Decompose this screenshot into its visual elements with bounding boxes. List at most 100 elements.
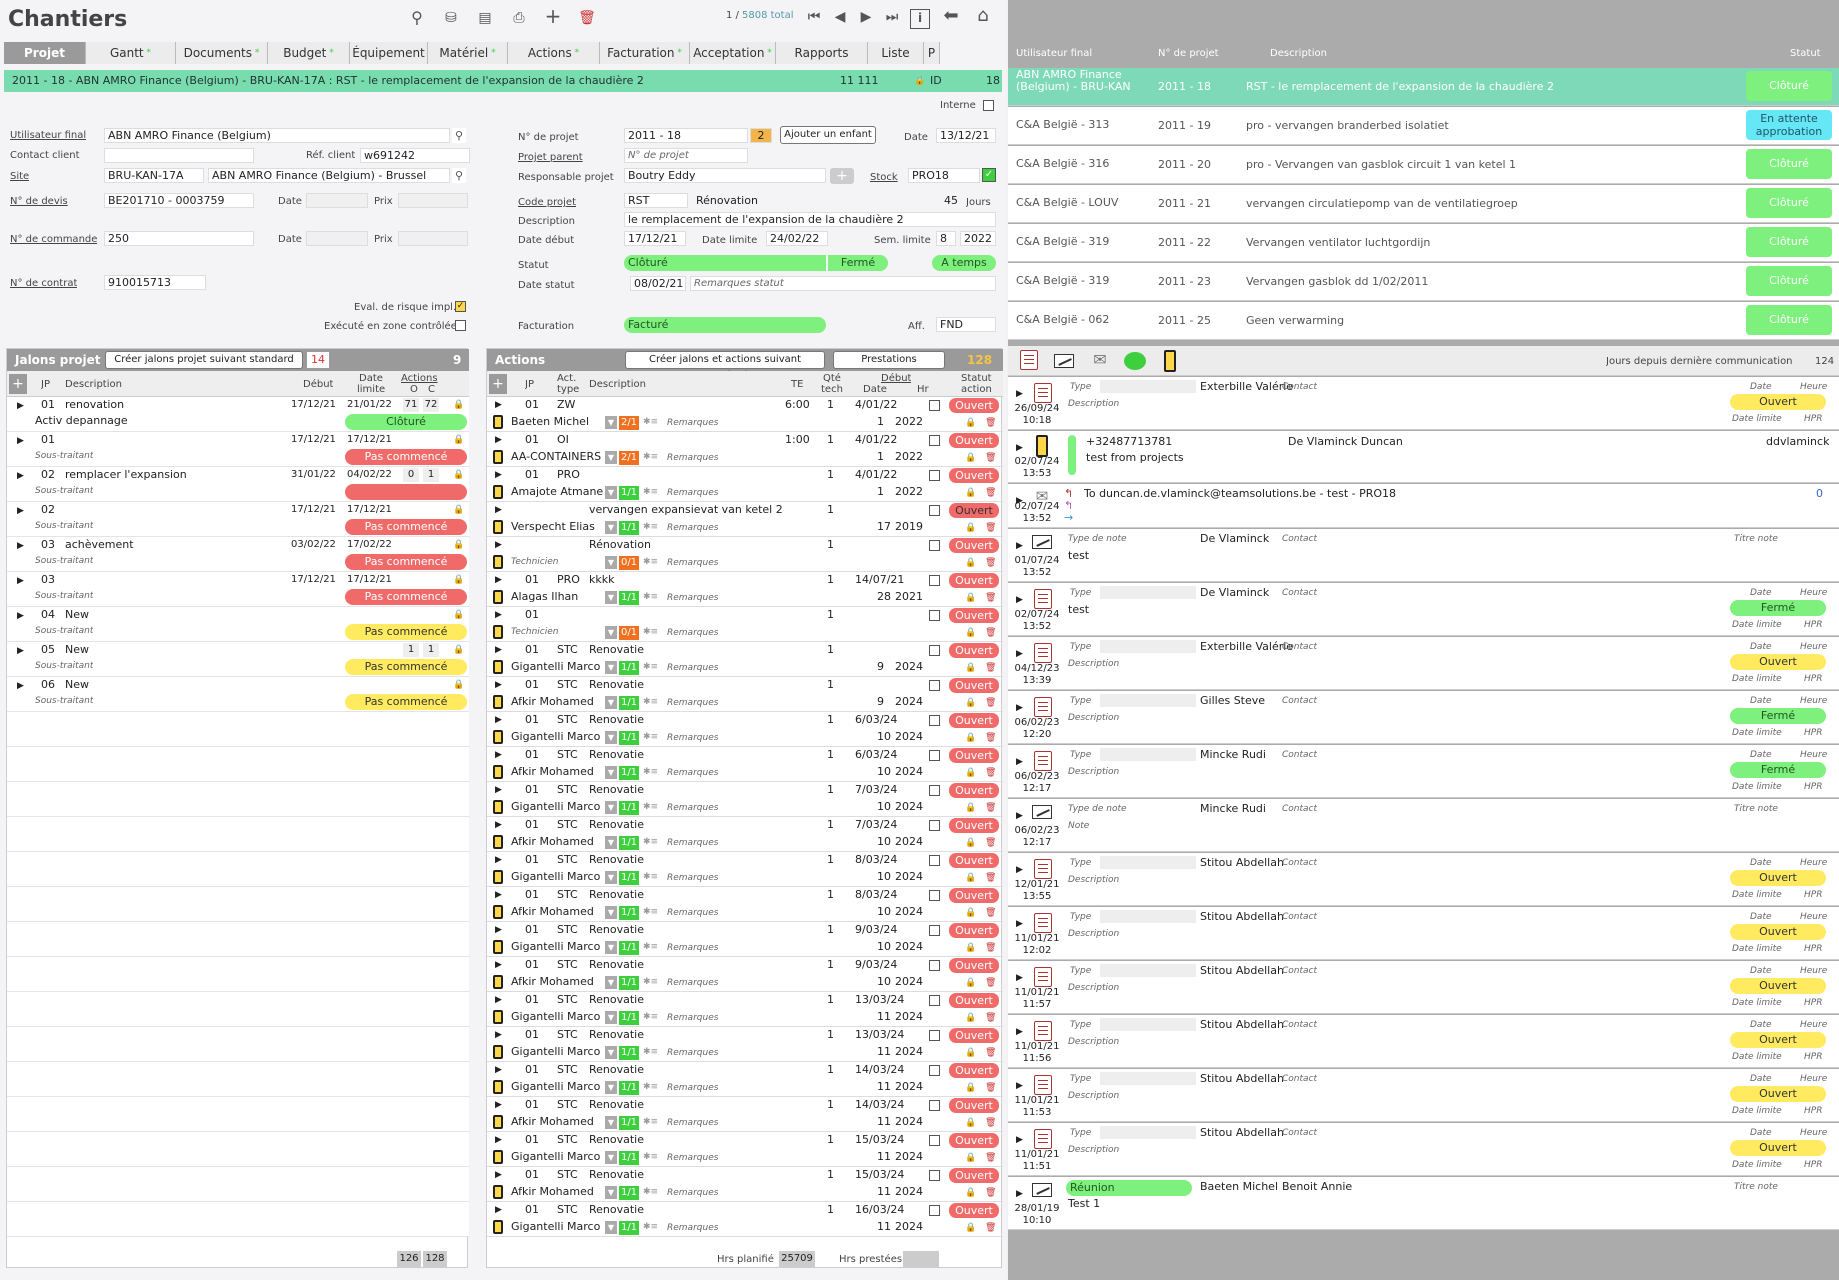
action-hr-checkbox[interactable] — [929, 645, 940, 656]
expand-arrow-icon[interactable]: ▶ — [1016, 971, 1023, 985]
action-hr-checkbox[interactable] — [929, 470, 940, 481]
tab-5[interactable]: Matériel * — [428, 42, 508, 64]
action-hr-checkbox[interactable] — [929, 610, 940, 621]
action-status[interactable]: Ouvert — [949, 1168, 999, 1183]
code-projet-field[interactable]: RST — [624, 193, 688, 208]
action-row[interactable]: ▶ 01 STC Renovatie 1 6/03/24 Ouvert Gigantelli … — [487, 712, 1003, 747]
prev-record-icon[interactable]: ◀ — [830, 9, 850, 25]
action-hr-checkbox[interactable] — [929, 575, 940, 586]
task-icon[interactable] — [1020, 350, 1038, 370]
eval-risque-checkbox[interactable]: ✓ — [455, 301, 466, 312]
jalon-status[interactable]: Clôturé — [345, 414, 467, 430]
action-row[interactable]: ▶ 01 STC Renovatie 1 15/03/24 Ouvert Afkir Moha… — [487, 1167, 1003, 1202]
expand-arrow-icon[interactable]: ▶ — [1016, 1187, 1023, 1201]
stock-field[interactable]: PRO18 — [908, 168, 980, 183]
expand-arrow-icon[interactable]: ▶ — [17, 469, 24, 483]
stock-label[interactable]: Stock — [870, 171, 898, 185]
expand-arrow-icon[interactable]: ▶ — [1016, 1133, 1023, 1147]
delete-icon[interactable]: 🗑 — [985, 523, 996, 533]
expand-arrow-icon[interactable]: ▶ — [495, 1028, 502, 1042]
expand-arrow-icon[interactable]: ▶ — [1016, 647, 1023, 661]
jalon-row[interactable]: ▶ 03 achèvement Sous-traitant 03/02/22 17/02/… — [7, 537, 469, 572]
comm-row[interactable]: ▶ 11/01/21 11:53 Type Stitou Abdellah Contact… — [1008, 1069, 1839, 1122]
action-hr-checkbox[interactable] — [929, 820, 940, 831]
dropdown-icon[interactable]: ▼ — [605, 696, 617, 709]
type-field[interactable] — [1100, 748, 1196, 761]
dropdown-icon[interactable]: ▼ — [605, 1011, 617, 1024]
comm-row[interactable]: ▶ 06/02/23 12:17 Type de note Mincke Rudi Con… — [1008, 799, 1839, 852]
jalon-row[interactable]: ▶ 04 New Sous-traitant 🔒 Pas commencé — [7, 607, 469, 642]
add-responsable-button[interactable]: + — [830, 168, 854, 184]
prestations-button[interactable]: Prestations — [833, 351, 945, 369]
dropdown-icon[interactable]: ▼ — [605, 556, 617, 569]
date-field[interactable]: 13/12/21 — [936, 128, 996, 143]
tab-11[interactable]: P — [924, 42, 940, 64]
comm-row[interactable]: ▶ 04/12/23 13:39 Type Exterbille Valérie Cont… — [1008, 637, 1839, 690]
delete-icon[interactable]: 🗑 — [985, 873, 996, 883]
tab-1[interactable]: Gantt * — [86, 42, 176, 64]
action-hr-checkbox[interactable] — [929, 1100, 940, 1111]
date-debut-field[interactable]: 17/12/21 — [624, 231, 686, 246]
interne-checkbox[interactable] — [983, 100, 994, 111]
dropdown-icon[interactable]: ▼ — [605, 451, 617, 464]
back-arrow-icon[interactable]: ⬅ — [940, 7, 962, 25]
comm-row[interactable]: ▶ 11/01/21 11:51 Type Stitou Abdellah Contact… — [1008, 1123, 1839, 1176]
delete-icon[interactable]: 🗑 — [985, 943, 996, 953]
dropdown-icon[interactable]: ▼ — [605, 976, 617, 989]
action-row[interactable]: ▶ 01 STC Renovatie 1 14/03/24 Ouvert Gigantelli… — [487, 1062, 1003, 1097]
delete-icon[interactable]: 🗑 — [985, 838, 996, 848]
comm-row[interactable]: ▶ 11/01/21 11:56 Type Stitou Abdellah Contact… — [1008, 1015, 1839, 1068]
delete-icon[interactable]: 🗑 — [985, 1048, 996, 1058]
code-projet-label[interactable]: Code projet — [518, 196, 576, 210]
action-status[interactable]: Ouvert — [949, 958, 999, 973]
action-row[interactable]: ▶ 01 PRO kkkk 1 14/07/21 Ouvert Alagas Ilhan ▼ 1/… — [487, 572, 1003, 607]
phone-icon[interactable] — [1164, 350, 1176, 372]
expand-arrow-icon[interactable]: ▶ — [495, 818, 502, 832]
expand-arrow-icon[interactable]: ▶ — [495, 748, 502, 762]
expand-arrow-icon[interactable]: ▶ — [495, 713, 502, 727]
action-status[interactable]: Ouvert — [949, 1133, 999, 1148]
site-label[interactable]: Site — [10, 170, 29, 184]
action-hr-checkbox[interactable] — [929, 1065, 940, 1076]
project-status[interactable]: Clôturé — [1746, 227, 1832, 257]
action-row[interactable]: ▶ 01 STC Renovatie 1 13/03/24 Ouvert Gigantelli… — [487, 1027, 1003, 1062]
type-field[interactable] — [1100, 1126, 1196, 1139]
action-status[interactable]: Ouvert — [949, 573, 999, 588]
expand-arrow-icon[interactable]: ▶ — [495, 993, 502, 1007]
delete-icon[interactable]: 🗑 — [985, 488, 996, 498]
jalon-row[interactable]: ▶ 02 remplacer l'expansion Sous-traitant 31/… — [7, 467, 469, 502]
action-status[interactable]: Ouvert — [949, 1028, 999, 1043]
database-icon[interactable]: ⛁ — [440, 10, 462, 26]
info-icon[interactable]: i — [910, 9, 930, 29]
action-status[interactable]: Ouvert — [949, 1203, 999, 1218]
delete-icon[interactable]: 🗑 — [985, 558, 996, 568]
delete-icon[interactable]: 🗑 — [985, 768, 996, 778]
action-row[interactable]: ▶ 01 STC Renovatie 1 6/03/24 Ouvert Afkir Moham… — [487, 747, 1003, 782]
project-row[interactable]: C&A België - 313 2011 - 19 pro - vervangen… — [1008, 107, 1839, 145]
action-hr-checkbox[interactable] — [929, 540, 940, 551]
expand-arrow-icon[interactable]: ▶ — [17, 574, 24, 588]
utilisateur-final-label[interactable]: Utilisateur final — [10, 129, 86, 143]
expand-arrow-icon[interactable]: ▶ — [495, 468, 502, 482]
action-row[interactable]: ▶ 01 STC Renovatie 1 7/03/24 Ouvert Afkir Moham… — [487, 817, 1003, 852]
remarques-statut-field[interactable]: Remarques statut — [690, 276, 996, 291]
comm-row[interactable]: ▶ ✉ 02/07/24 13:52 ↰ To duncan.de.vlaminck@te… — [1008, 484, 1839, 528]
search-icon[interactable]: ⚲ — [406, 10, 428, 26]
jalon-status[interactable] — [345, 484, 467, 500]
action-status[interactable]: Ouvert — [949, 713, 999, 728]
action-row[interactable]: ▶ 01 STC Renovatie 1 15/03/24 Ouvert Gigantelli… — [487, 1132, 1003, 1167]
project-row[interactable]: ABN AMRO Finance (Belgium) - BRU-KAN 2011… — [1008, 68, 1839, 106]
home-icon[interactable]: ⌂ — [972, 7, 994, 25]
meeting-type[interactable]: Réunion — [1066, 1180, 1192, 1196]
add-child-button[interactable]: Ajouter un enfant — [780, 126, 876, 144]
date-statut-field[interactable]: 08/02/21 — [630, 276, 686, 291]
comm-row[interactable]: ▶ 26/09/24 10:18 Type Exterbille Valérie Cont… — [1008, 377, 1839, 430]
action-row[interactable]: ▶ 01 STC Renovatie 1 Ouvert Afkir Mohamed ▼ 1/1 ✱… — [487, 677, 1003, 712]
expand-arrow-icon[interactable]: ▶ — [17, 609, 24, 623]
expand-arrow-icon[interactable]: ▶ — [495, 923, 502, 937]
type-field[interactable] — [1100, 694, 1196, 707]
action-row[interactable]: ▶ 01 STC Renovatie 1 7/03/24 Ouvert Gigantelli … — [487, 782, 1003, 817]
expand-arrow-icon[interactable]: ▶ — [1016, 1079, 1023, 1093]
action-row[interactable]: ▶ 01 STC Renovatie 1 Ouvert Gigantelli Marco ▼ 1… — [487, 642, 1003, 677]
jalon-row[interactable]: ▶ 01 renovation Activ depannage 17/12/21 21/0… — [7, 397, 469, 432]
